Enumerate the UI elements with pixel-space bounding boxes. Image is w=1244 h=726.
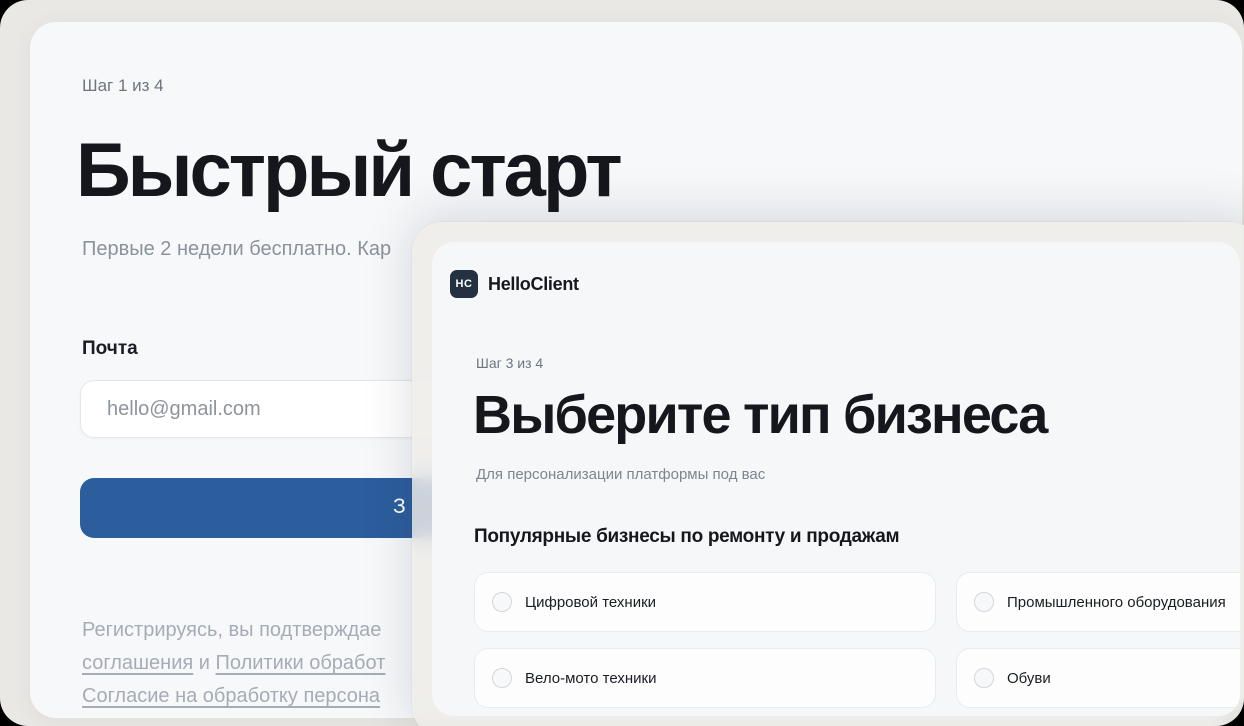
step-indicator: Шаг 1 из 4 bbox=[82, 76, 164, 96]
option-label: Обуви bbox=[1007, 670, 1051, 687]
business-type-options: Цифровой техники Промышленного оборудова… bbox=[474, 572, 1240, 708]
radio-unchecked-icon[interactable] bbox=[974, 668, 994, 688]
option-bike-moto-equipment[interactable]: Вело-мото техники bbox=[474, 648, 936, 708]
personal-data-consent-link[interactable]: Согласие на обработку персона bbox=[82, 685, 380, 707]
business-type-card-step3: HC HelloClient Шаг 3 из 4 Выберите тип б… bbox=[432, 242, 1240, 716]
option-digital-equipment[interactable]: Цифровой техники bbox=[474, 572, 936, 632]
email-label: Почта bbox=[82, 338, 138, 360]
option-label: Вело-мото техники bbox=[525, 670, 656, 687]
step-indicator: Шаг 3 из 4 bbox=[476, 355, 543, 371]
terms-link[interactable]: соглашения bbox=[82, 652, 193, 674]
business-type-window: HC HelloClient Шаг 3 из 4 Выберите тип б… bbox=[412, 222, 1244, 726]
app-viewport: Шаг 1 из 4 Быстрый старт Первые 2 недели… bbox=[0, 0, 1244, 726]
page-title: Быстрый старт bbox=[76, 130, 620, 212]
submit-button-label: З bbox=[393, 495, 406, 519]
section-title: Популярные бизнесы по ремонту и продажам bbox=[474, 526, 899, 548]
legal-separator: и bbox=[193, 652, 215, 674]
brand-name: HelloClient bbox=[488, 274, 579, 295]
page-title: Выберите тип бизнеса bbox=[473, 384, 1046, 446]
option-industrial-equipment[interactable]: Промышленного оборудования bbox=[956, 572, 1240, 632]
radio-unchecked-icon[interactable] bbox=[492, 668, 512, 688]
option-label: Промышленного оборудования bbox=[1007, 594, 1226, 611]
helloclient-logo-icon: HC bbox=[450, 270, 478, 298]
legal-line1: Регистрируясь, вы подтверждае bbox=[82, 619, 381, 641]
privacy-policy-link[interactable]: Политики обработ bbox=[216, 652, 386, 674]
option-shoes[interactable]: Обуви bbox=[956, 648, 1240, 708]
page-subtitle: Первые 2 недели бесплатно. Кар bbox=[82, 238, 391, 261]
option-label: Цифровой техники bbox=[525, 594, 656, 611]
radio-unchecked-icon[interactable] bbox=[974, 592, 994, 612]
radio-unchecked-icon[interactable] bbox=[492, 592, 512, 612]
brand-logo: HC HelloClient bbox=[450, 270, 579, 298]
page-subtitle: Для персонализации платформы под вас bbox=[476, 466, 765, 483]
